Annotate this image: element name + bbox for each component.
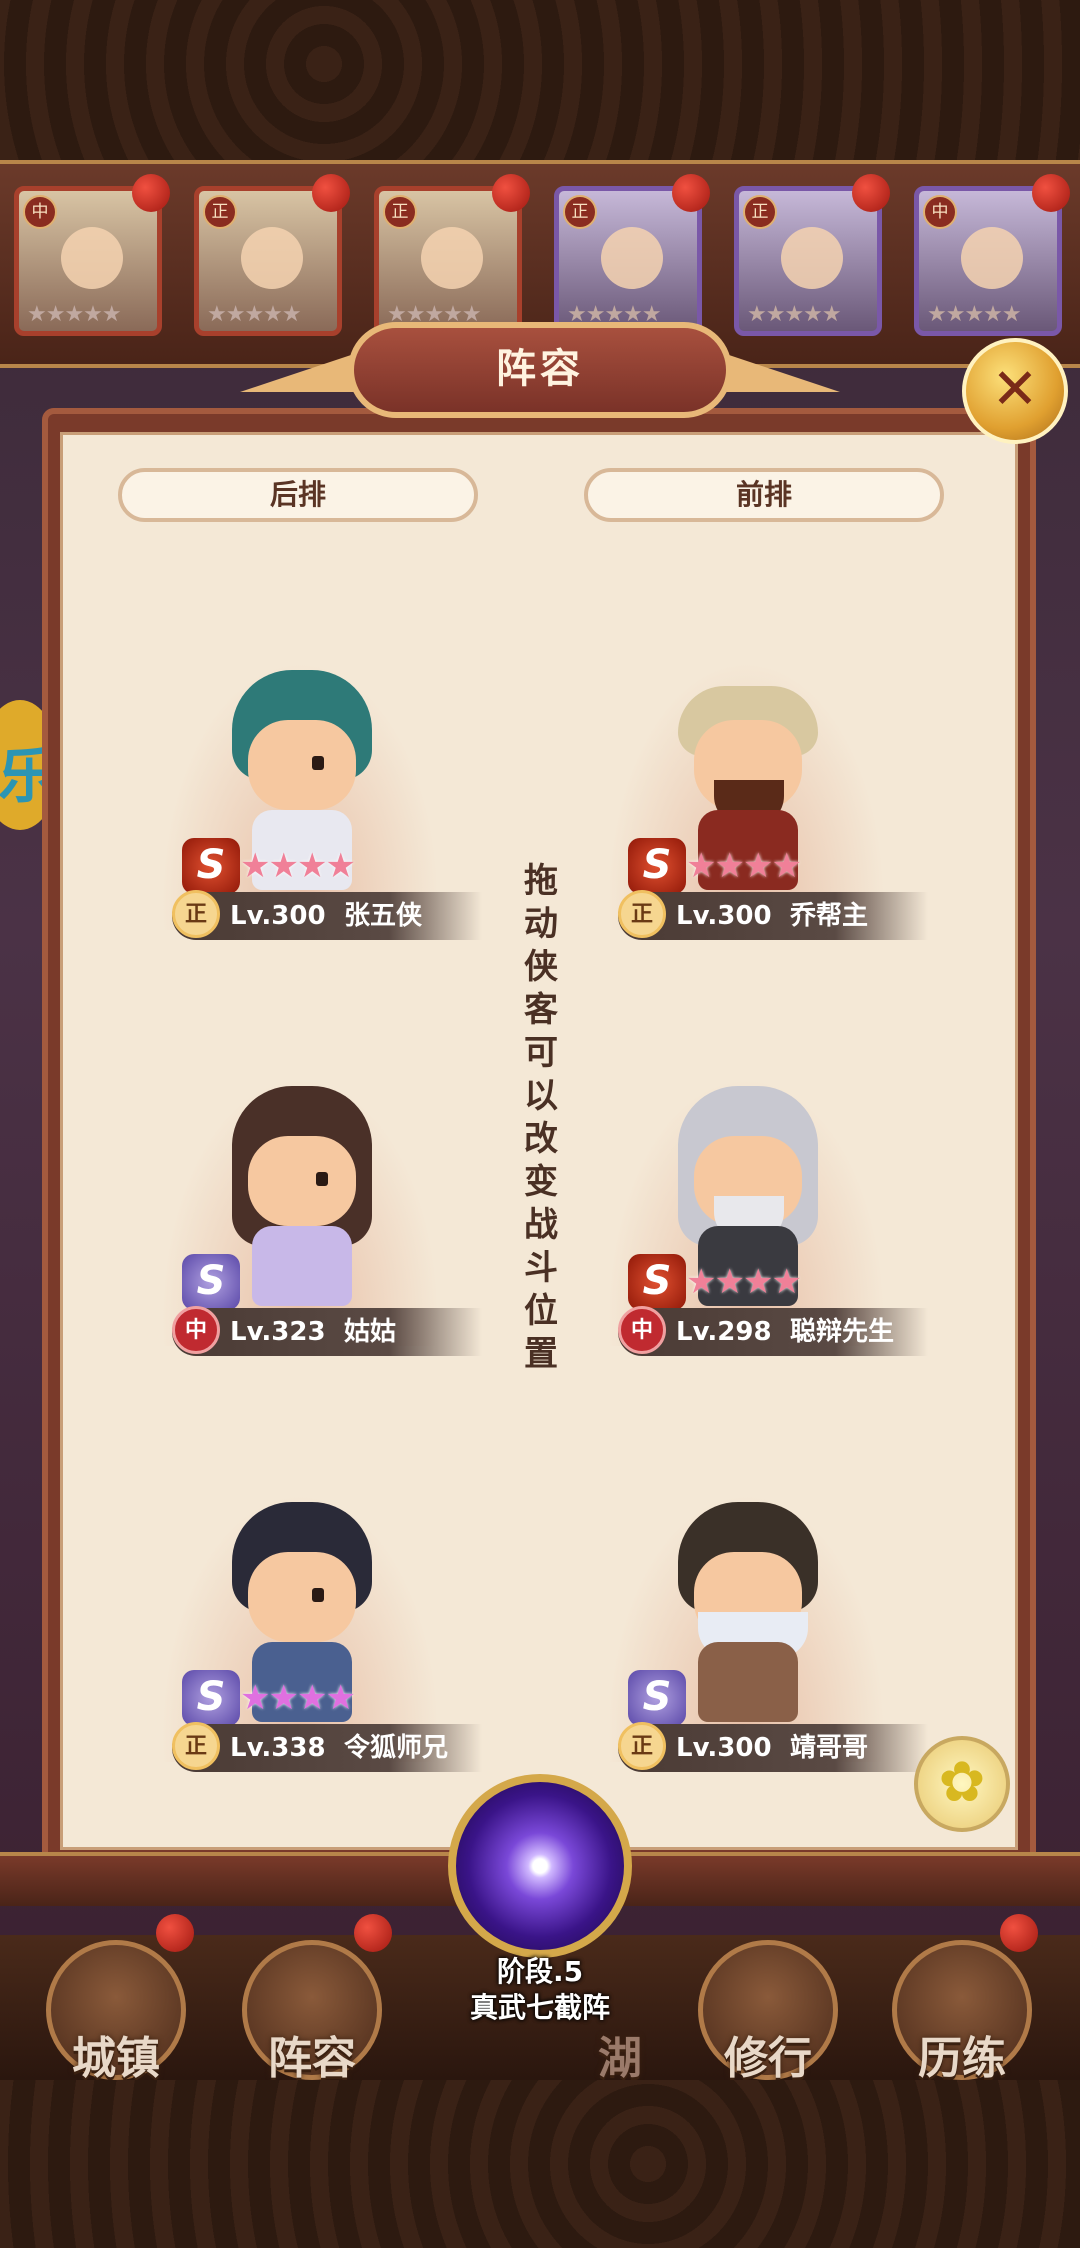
nav-town-label: 城镇: [72, 2033, 160, 2084]
hero-name-bar: 中 Lv.298 聪辩先生: [618, 1306, 928, 1356]
rank-s-icon: S: [628, 1254, 686, 1310]
star-rating: ★★★★★: [27, 302, 122, 327]
star-rating: ★★★★★: [927, 302, 1022, 327]
notification-dot-icon: [354, 1914, 392, 1952]
hero-slot[interactable]: S 中 Lv.323 姑姑: [120, 1056, 482, 1356]
faction-tag: 正: [563, 195, 597, 229]
hero-name-bar: 中 Lv.323 姑姑: [172, 1306, 482, 1356]
hero-name: 乔帮主: [790, 901, 869, 931]
bottom-background: [0, 2080, 1080, 2248]
star-rating: ★★★★★: [207, 302, 302, 327]
rank-s-icon: S: [182, 838, 240, 894]
rank-s-icon: S: [628, 1670, 686, 1726]
hero-level: Lv.298: [676, 1317, 772, 1347]
nav-cultivate-label: 修行: [724, 2033, 812, 2084]
faction-icon: 中: [618, 1306, 666, 1354]
hero-portrait: [961, 227, 1023, 289]
faction-tag: 中: [23, 195, 57, 229]
faction-icon: 中: [172, 1306, 220, 1354]
hero-slot[interactable]: S ★★★★ 正 Lv.300 乔帮主: [566, 640, 928, 940]
back-row-label: 后排: [118, 468, 478, 522]
hero-name: 聪辩先生: [790, 1317, 895, 1347]
rank-s-icon: S: [182, 1254, 240, 1310]
notification-dot-icon: [1000, 1914, 1038, 1952]
faction-tag: 正: [383, 195, 417, 229]
faction-icon: 正: [172, 1722, 220, 1770]
top-background: [0, 0, 1080, 160]
formation-orb-button[interactable]: [448, 1774, 632, 1958]
rank-s-icon: S: [182, 1670, 240, 1726]
hero-name: 姑姑: [344, 1317, 397, 1347]
hero-portrait: [241, 227, 303, 289]
hero-slot[interactable]: S ★★★★ 中 Lv.298 聪辩先生: [566, 1056, 928, 1356]
hero-level: Lv.300: [676, 901, 772, 931]
star-rating: ★★★★: [686, 1262, 802, 1302]
hero-level: Lv.338: [230, 1733, 326, 1763]
hero-name-bar: 正 Lv.300 靖哥哥: [618, 1722, 928, 1772]
hero-body: [698, 1642, 798, 1722]
hero-name-bar: 正 Lv.338 令狐师兄: [172, 1722, 482, 1772]
hero-level: Lv.323: [230, 1317, 326, 1347]
hero-eye: [312, 756, 324, 770]
hero-name: 张五侠: [344, 901, 423, 931]
hero-portrait: [421, 227, 483, 289]
close-button[interactable]: ✕: [962, 338, 1068, 444]
hero-portrait: [61, 227, 123, 289]
faction-tag: 正: [203, 195, 237, 229]
nav-training-label: 历练: [918, 2033, 1006, 2084]
notification-dot-icon: [132, 174, 170, 212]
star-rating: ★★★★: [686, 846, 802, 886]
nav-lineup-label: 阵容: [268, 2033, 356, 2084]
formation-name: 真武七截阵: [469, 1991, 610, 2024]
hero-portrait: [781, 227, 843, 289]
hero-head: [248, 1136, 356, 1226]
hero-eye: [316, 1172, 328, 1186]
hero-slot[interactable]: S ★★★★ 正 Lv.300 张五侠: [120, 640, 482, 940]
hero-head: [248, 1552, 356, 1642]
flower-icon[interactable]: ✿: [914, 1736, 1010, 1832]
panel-title: 阵容: [348, 322, 732, 418]
hero-name-bar: 正 Lv.300 乔帮主: [618, 890, 928, 940]
stage-level: 阶段.5: [496, 1955, 584, 1988]
hero-name: 令狐师兄: [344, 1733, 449, 1763]
hero-eye: [312, 1588, 324, 1602]
hero-head: [248, 720, 356, 810]
nav-jianghu-label: 湖: [598, 2033, 642, 2084]
notification-dot-icon: [672, 174, 710, 212]
notification-dot-icon: [852, 174, 890, 212]
notification-dot-icon: [492, 174, 530, 212]
drag-hint: 拖动侠客可以改变战斗位置: [524, 861, 558, 1374]
faction-icon: 正: [618, 1722, 666, 1770]
notification-dot-icon: [156, 1914, 194, 1952]
hero-slot[interactable]: S 正 Lv.300 靖哥哥: [566, 1472, 928, 1772]
hero-level: Lv.300: [230, 901, 326, 931]
hero-name-bar: 正 Lv.300 张五侠: [172, 890, 482, 940]
formation-stage: 阶段.5 真武七截阵: [400, 1954, 680, 2026]
star-rating: ★★★★: [240, 1678, 356, 1718]
hero-name: 靖哥哥: [790, 1733, 869, 1763]
hero-slot[interactable]: S ★★★★ 正 Lv.338 令狐师兄: [120, 1472, 482, 1772]
front-row-label: 前排: [584, 468, 944, 522]
star-rating: ★★★★: [240, 846, 356, 886]
hero-body: [252, 1226, 352, 1306]
rank-s-icon: S: [628, 838, 686, 894]
star-rating: ★★★★★: [747, 302, 842, 327]
notification-dot-icon: [1032, 174, 1070, 212]
faction-icon: 正: [618, 890, 666, 938]
notification-dot-icon: [312, 174, 350, 212]
faction-tag: 中: [923, 195, 957, 229]
faction-icon: 正: [172, 890, 220, 938]
hero-portrait: [601, 227, 663, 289]
faction-tag: 正: [743, 195, 777, 229]
hero-level: Lv.300: [676, 1733, 772, 1763]
